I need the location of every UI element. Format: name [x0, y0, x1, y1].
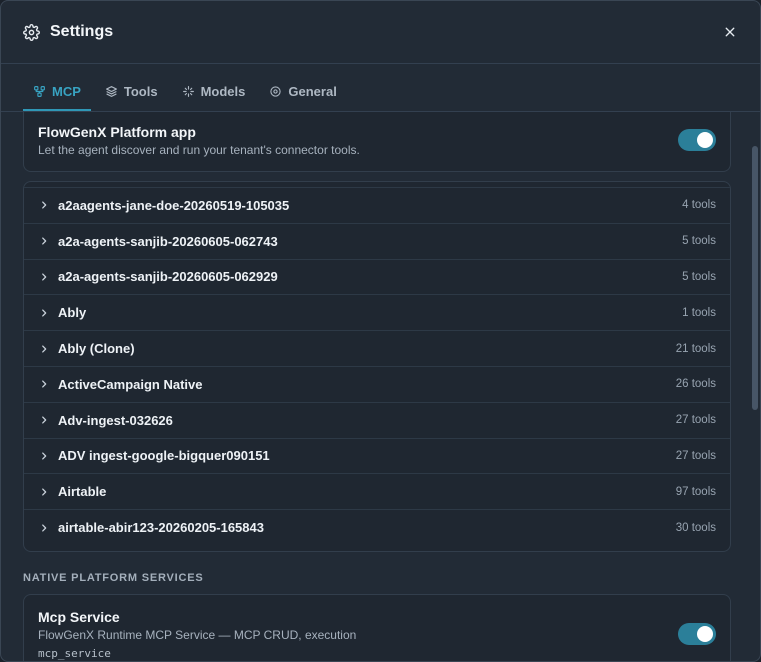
connector-row[interactable]: a2a-agents-sanjib-20260605-062743 5 tools: [24, 222, 730, 259]
mcp-service-card: Mcp Service FlowGenX Runtime MCP Service…: [23, 594, 731, 661]
tab-label: Tools: [123, 83, 158, 99]
scrollbar-thumb[interactable]: [752, 146, 758, 410]
chevron-right-icon: [38, 235, 50, 247]
mcp-service-description: FlowGenX Runtime MCP Service — MCP CRUD,…: [38, 628, 357, 642]
chevron-right-icon: [38, 486, 50, 498]
chevron-right-icon: [38, 343, 50, 355]
mcp-service-title: Mcp Service: [38, 609, 120, 625]
tool-count: 21 tools: [675, 342, 716, 355]
tool-count: 27 tools: [675, 414, 716, 427]
chevron-right-icon: [38, 450, 50, 462]
chevron-right-icon: [38, 199, 50, 211]
connector-row[interactable]: Ably 1 tools: [24, 294, 730, 330]
tab-label: Models: [200, 83, 246, 99]
tool-count: 30 tools: [675, 521, 716, 534]
chevron-right-icon: [38, 378, 50, 390]
mcp-icon: [33, 85, 46, 98]
connector-name: airtable-abir123-20260205-165843: [58, 520, 264, 536]
tool-count: 4 tools: [682, 199, 716, 212]
tab-mcp[interactable]: MCP: [23, 71, 91, 111]
tool-count: 26 tools: [675, 378, 716, 391]
mcp-service-toggle[interactable]: [678, 623, 716, 645]
connector-name: Adv-ingest-032626: [58, 412, 173, 428]
toggle-knob: [697, 626, 713, 642]
platform-app-title: FlowGenX Platform app: [38, 124, 196, 140]
mcp-panel[interactable]: FlowGenX Platform app Let the agent disc…: [1, 112, 749, 661]
connector-row[interactable]: Ably (Clone) 21 tools: [24, 330, 730, 366]
tool-count: 1 tools: [682, 306, 716, 319]
close-button[interactable]: [722, 24, 738, 40]
connector-name: Airtable: [58, 484, 107, 500]
connector-name: a2aagents-jane-doe-20260519-105035: [58, 197, 290, 213]
dialog-header: Settings: [1, 1, 760, 64]
tab-label: General: [288, 83, 337, 99]
connector-row[interactable]: ADV ingest-google-bigquer090151 27 tools: [24, 437, 730, 474]
gear-icon: [23, 23, 40, 41]
connector-name: Ably (Clone): [58, 341, 135, 357]
connector-name: a2a-agents-sanjib-20260605-062743: [58, 233, 278, 249]
tab-models[interactable]: Models: [172, 71, 256, 111]
connector-list: a2aagents-jane-doe-20260519-105035 4 tool…: [23, 181, 731, 552]
gear-icon: [269, 85, 282, 98]
chevron-right-icon: [38, 522, 50, 534]
mcp-service-id: mcp_service: [38, 647, 111, 660]
tab-general[interactable]: General: [259, 71, 346, 111]
tool-count: 97 tools: [675, 485, 716, 498]
close-icon: [725, 27, 735, 37]
tool-count: 5 tools: [682, 270, 716, 283]
tab-label: MCP: [52, 83, 81, 99]
toggle-knob: [697, 132, 713, 148]
connector-row[interactable]: ActiveCampaign Native 26 tools: [24, 365, 730, 402]
connector-name: ADV ingest-google-bigquer090151: [58, 448, 270, 464]
tool-count: 5 tools: [682, 235, 716, 248]
tab-tools[interactable]: Tools: [95, 71, 168, 111]
connector-row[interactable]: Airtable 97 tools: [24, 473, 730, 509]
platform-app-card: FlowGenX Platform app Let the agent disc…: [23, 112, 731, 172]
connector-name: ActiveCampaign Native: [58, 376, 203, 392]
chevron-right-icon: [38, 414, 50, 426]
tool-count: 27 tools: [675, 449, 716, 462]
connector-row[interactable]: a2a-agents-sanjib-20260605-062929 5 tools: [24, 258, 730, 295]
connector-row[interactable]: a2aagents-jane-doe-20260519-105035 4 tool…: [24, 187, 730, 223]
chevron-right-icon: [38, 271, 50, 283]
layers-icon: [105, 85, 118, 98]
settings-tabs: MCP Tools Models General: [23, 71, 351, 111]
connector-name: a2a-agents-sanjib-20260605-062929: [58, 269, 278, 285]
connector-rows: a2aagents-jane-doe-20260519-105035 4 tool…: [24, 187, 730, 545]
connector-row[interactable]: Adv-ingest-032626 27 tools: [24, 401, 730, 438]
chevron-right-icon: [38, 307, 50, 319]
settings-dialog: Settings MCP Tools Models General FlowGe…: [0, 0, 761, 662]
connector-row[interactable]: airtable-abir123-20260205-165843 30 tools: [24, 509, 730, 545]
platform-app-description: Let the agent discover and run your tena…: [38, 143, 360, 157]
dialog-title: Settings: [50, 23, 114, 40]
section-heading: NATIVE PLATFORM SERVICES: [23, 572, 204, 584]
platform-app-toggle[interactable]: [678, 129, 716, 151]
connector-name: Ably: [58, 305, 87, 321]
sparkle-icon: [182, 85, 195, 98]
